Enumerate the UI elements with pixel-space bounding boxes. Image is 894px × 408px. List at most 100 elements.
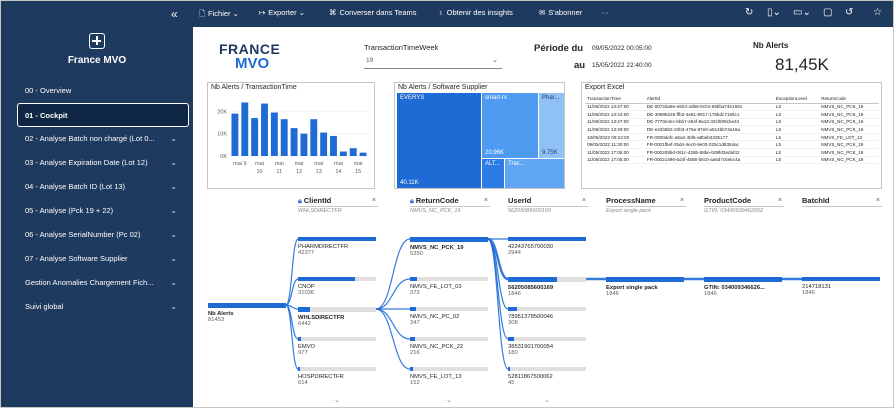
nav-item[interactable]: 07 - Analyse Software Supplier ⌄ xyxy=(1,247,193,271)
chevron-down-icon[interactable]: ⌄ xyxy=(170,247,177,271)
bar[interactable] xyxy=(280,119,288,156)
close-icon[interactable]: × xyxy=(778,197,782,204)
close-icon[interactable]: × xyxy=(582,197,586,204)
nav-item[interactable]: 03 - Analyse Expiration Date (Lot 12) ⌄ xyxy=(1,151,193,175)
level-header[interactable]: 🔒︎ ReturnCode xyxy=(410,196,459,206)
nav-item[interactable]: 06 - Analyse SerialNumber (Pc 02) ⌄ xyxy=(1,223,193,247)
table-row[interactable]: 11/05/2022 13:44:00 DE-30995226-ffb3-4e81… xyxy=(585,110,879,119)
table-row[interactable]: 11/05/2022 13:49:00 DE-e42b8b2-22b3-475a-… xyxy=(585,125,879,134)
tree-node[interactable]: NMVS_FE_LOT_13 152 xyxy=(410,367,488,386)
tree-node[interactable]: NMVS_NC_PC_02 347 xyxy=(410,307,488,326)
bar[interactable] xyxy=(330,135,337,156)
table-row[interactable]: 11/05/2022 17:05:00 FR-000209bd-061c-428b… xyxy=(585,148,879,157)
bar[interactable] xyxy=(310,119,318,156)
nav-item[interactable]: 05 - Analyse (Pck 19 + 22) ⌄ xyxy=(1,199,193,223)
reset-icon[interactable]: ↻ xyxy=(745,7,753,18)
chevron-down-icon[interactable]: ⌄ xyxy=(170,271,177,295)
alerts-by-supplier-treemap[interactable]: Nb Alerts / Software Supplier EVERYS 40.1… xyxy=(394,82,565,189)
tree-node[interactable]: 42243765700030 2944 xyxy=(508,237,586,256)
treemap-tile[interactable]: Trac... xyxy=(505,159,564,188)
table-row[interactable]: 11/05/2022 13:47:00 DE-0072da8e-e824-4d86… xyxy=(585,103,879,112)
chevron-down-icon[interactable]: ⌄ xyxy=(170,223,177,247)
tree-node[interactable]: PHARMDIRECTFR 42377 xyxy=(298,237,376,256)
comment-icon[interactable]: ▢ xyxy=(823,7,832,18)
treemap-tile[interactable]: Phar... 9.75K xyxy=(539,93,564,158)
tree-node[interactable]: NMVS_NC_PCK_19 5350 xyxy=(410,237,488,257)
chevron-down-icon[interactable]: ⌄ xyxy=(170,151,177,175)
bar[interactable] xyxy=(290,128,298,156)
tree-node[interactable]: 56205085600169 1846 xyxy=(508,277,586,297)
column-header[interactable]: TransactionTime xyxy=(585,94,645,104)
tree-node[interactable]: 214718131 1846 xyxy=(802,277,880,296)
level-header[interactable]: ProductCode xyxy=(704,196,751,205)
favorite-star-icon[interactable]: ☆ xyxy=(873,7,882,18)
bookmark-icon[interactable]: ▯⌄ xyxy=(767,7,781,18)
bar[interactable] xyxy=(349,148,357,156)
file-menu[interactable]: 🗋 Fichier ⌄ xyxy=(199,8,239,21)
chevron-down-icon[interactable]: ⌄ xyxy=(170,295,177,319)
chevron-down-icon[interactable]: ⌄ xyxy=(170,127,177,151)
tree-node[interactable]: 38531901700054 180 xyxy=(508,337,586,356)
tree-node[interactable]: HOSPDIRECTFR 614 xyxy=(298,367,376,386)
tree-node[interactable]: 52811867500062 45 xyxy=(508,367,586,386)
nav-item[interactable]: 04 - Analyse Batch ID (Lot 13) ⌄ xyxy=(1,175,193,199)
nav-item[interactable]: 00 - Overview xyxy=(1,79,193,103)
chevron-down-icon[interactable]: ⌄ xyxy=(544,396,550,404)
tree-node[interactable]: Nb Alerts 81453 xyxy=(208,303,286,323)
column-header[interactable]: ReturnCode xyxy=(819,94,879,104)
refresh-icon[interactable]: ↺ xyxy=(845,7,853,18)
bar[interactable] xyxy=(241,102,249,156)
bar[interactable] xyxy=(339,151,347,156)
close-icon[interactable]: × xyxy=(484,197,488,204)
nav-item[interactable]: Gestion Anomalies Chargement Fich... ⌄ xyxy=(1,271,193,295)
chevron-down-icon[interactable]: ⌄ xyxy=(446,396,452,404)
close-icon[interactable]: × xyxy=(680,197,684,204)
chevron-down-icon[interactable]: ⌄ xyxy=(334,396,340,404)
table-row[interactable]: 11/05/2022 13:47:00 DE-7770e4ec-bbb7-464f… xyxy=(585,118,879,127)
column-header[interactable]: AlertId xyxy=(644,94,774,104)
bar[interactable] xyxy=(359,152,367,156)
tree-node[interactable]: EMVO 977 xyxy=(298,337,376,356)
bar[interactable] xyxy=(231,113,239,156)
column-header[interactable]: ExceptionLevel xyxy=(773,94,820,104)
level-header[interactable]: ProcessName xyxy=(606,196,656,205)
table-row[interactable]: 09/05/2022 11:30:00 FR-0001fbef-25d4-4ec0… xyxy=(585,140,879,150)
more-options-button[interactable]: ··· xyxy=(601,8,609,17)
nav-item[interactable]: 02 - Analyse Batch non chargé (Lot 0... ⌄ xyxy=(1,127,193,151)
collapse-sidebar-button[interactable]: « xyxy=(171,7,178,21)
tree-node[interactable]: 78951378500046 308 xyxy=(508,307,586,326)
tree-node[interactable]: Export single pack 1846 xyxy=(606,277,684,297)
bar[interactable] xyxy=(251,118,259,156)
export-menu[interactable]: ↦ Exporter ⌄ xyxy=(259,8,305,17)
chevron-down-icon[interactable]: ⌄ xyxy=(170,175,177,199)
insights-button[interactable]: ♁ Obtenir des insights xyxy=(438,8,513,17)
treemap-tile[interactable]: smart-rx 20.96K xyxy=(482,93,538,158)
export-excel-table[interactable]: Export Excel TransactionTime AlertId Excep… xyxy=(581,82,882,189)
bar[interactable] xyxy=(270,112,278,157)
chevron-down-icon[interactable]: ⌄ xyxy=(170,199,177,223)
treemap-tile[interactable]: ALT... xyxy=(482,159,504,188)
tree-node[interactable]: NMVS_NC_PCK_22 216 xyxy=(410,337,488,356)
nav-item[interactable]: Suivi global ⌄ xyxy=(1,295,193,319)
bar[interactable] xyxy=(261,103,268,156)
transaction-week-slicer[interactable]: 19 ⌄ xyxy=(364,55,502,69)
bar[interactable] xyxy=(300,133,308,156)
nav-item[interactable]: 01 - Cockpit xyxy=(17,103,189,127)
close-icon[interactable]: × xyxy=(372,197,376,204)
table-row[interactable]: 11/05/2022 17:05:00 FR-00021496-5d4f-4556… xyxy=(585,156,879,165)
level-header[interactable]: BatchId xyxy=(802,196,830,205)
tree-node[interactable]: WHLSDIRECTFR 6442 xyxy=(298,307,376,327)
tree-node[interactable]: GTIN: 034009346626... 1846 xyxy=(704,277,782,297)
close-icon[interactable]: × xyxy=(876,197,880,204)
table-row[interactable]: 10/05/2022 09:24:00 FR-0000defc-a5a2-4bf6… xyxy=(585,133,879,142)
bar[interactable] xyxy=(320,132,328,156)
level-header[interactable]: UserId xyxy=(508,196,531,205)
teams-button[interactable]: ⌘ Converser dans Teams xyxy=(329,8,416,17)
view-icon[interactable]: ▭⌄ xyxy=(793,7,811,18)
tree-node[interactable]: NMVS_FE_LOT_03 372 xyxy=(410,277,488,296)
level-header[interactable]: 🔒︎ ClientId xyxy=(298,196,331,206)
subscribe-button[interactable]: ✉ S'abonner xyxy=(539,8,582,17)
treemap-tile[interactable]: EVERYS 40.11K xyxy=(397,93,481,188)
tree-node[interactable]: CNOP 31036 xyxy=(298,277,376,296)
alerts-by-time-chart[interactable]: Nb Alerts / TransactionTime 20K 10K 0K mai … xyxy=(207,82,375,189)
